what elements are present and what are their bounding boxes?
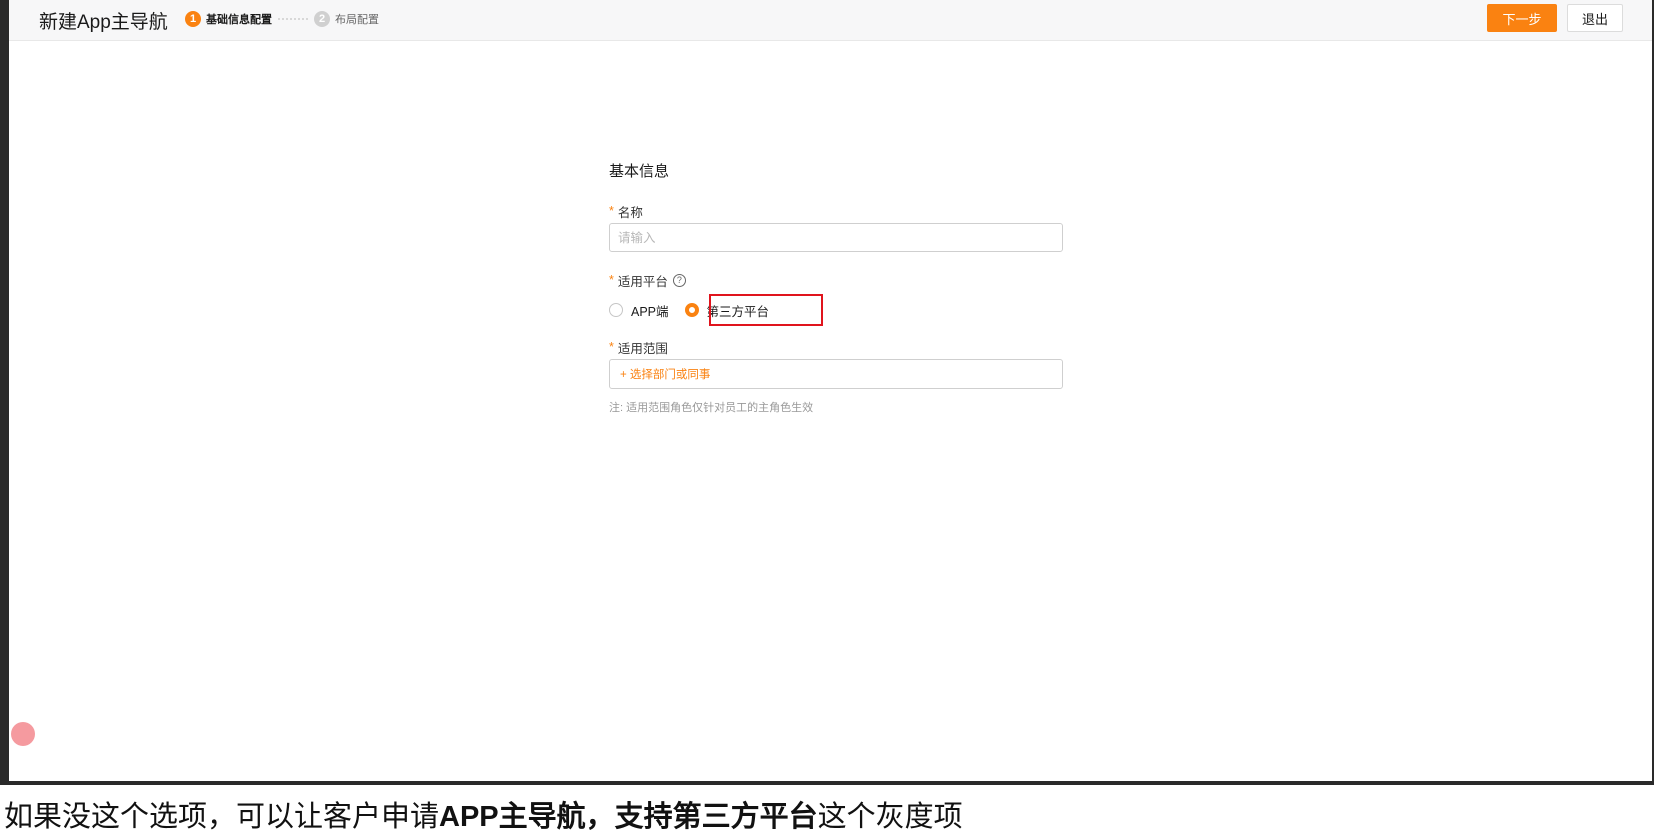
next-step-button[interactable]: 下一步 <box>1487 4 1557 32</box>
app-window: 新建App主导航 1 基础信息配置 2 布局配置 下一步 退出 基本信息 * 名… <box>0 0 1654 785</box>
step-1-label: 基础信息配置 <box>206 14 272 26</box>
step-2-badge: 2 <box>314 11 330 27</box>
step-connector <box>278 18 308 20</box>
cursor-indicator <box>11 722 35 746</box>
help-circle-icon[interactable]: ? <box>672 273 686 287</box>
radio-third-party-label: 第三方平台 <box>706 304 770 319</box>
required-mark: * <box>609 273 614 287</box>
radio-unchecked-icon[interactable] <box>609 303 623 317</box>
platform-radio-group: APP端 第三方平台 <box>609 294 1069 326</box>
platform-label: * 适用平台 ? <box>609 272 1069 289</box>
select-department-or-colleague-link[interactable]: + 选择部门或同事 <box>620 366 710 382</box>
basic-info-form: 基本信息 * 名称 * 适用平台 ? APP端 第三方平台 * 适用范围 <box>609 160 1069 415</box>
scope-selector[interactable]: + 选择部门或同事 <box>609 359 1063 389</box>
platform-label-text: 适用平台 <box>617 274 668 289</box>
top-bar: 新建App主导航 1 基础信息配置 2 布局配置 下一步 退出 <box>9 0 1652 41</box>
name-label-text: 名称 <box>617 205 643 220</box>
caption-part-2: 这个灰度项 <box>817 801 963 833</box>
caption-text: 如果没这个选项，可以让客户申请APP主导航，支持第三方平台这个灰度项 <box>4 793 963 835</box>
radio-third-party[interactable]: 第三方平台 <box>684 301 770 320</box>
required-mark: * <box>609 204 614 218</box>
name-input[interactable] <box>609 223 1063 252</box>
section-title: 基本信息 <box>609 163 670 180</box>
caption-part-1: 如果没这个选项，可以让客户申请 <box>4 801 440 833</box>
caption-bold: APP主导航，支持第三方平台 <box>439 801 818 833</box>
radio-checked-icon[interactable] <box>684 303 699 317</box>
step-1-badge: 1 <box>185 11 201 27</box>
page-title: 新建App主导航 <box>39 12 168 33</box>
step-2-label: 布局配置 <box>335 14 379 26</box>
name-label: * 名称 <box>609 203 1069 220</box>
radio-app-label: APP端 <box>631 304 669 319</box>
radio-app[interactable]: APP端 <box>609 301 669 320</box>
exit-button[interactable]: 退出 <box>1567 4 1623 32</box>
required-mark: * <box>609 340 614 354</box>
scope-label-text: 适用范围 <box>617 341 668 356</box>
scope-label: * 适用范围 <box>609 339 1069 356</box>
step-indicator: 1 基础信息配置 2 布局配置 <box>185 11 379 27</box>
scope-note: 注: 适用范围角色仅针对员工的主角色生效 <box>609 402 814 414</box>
